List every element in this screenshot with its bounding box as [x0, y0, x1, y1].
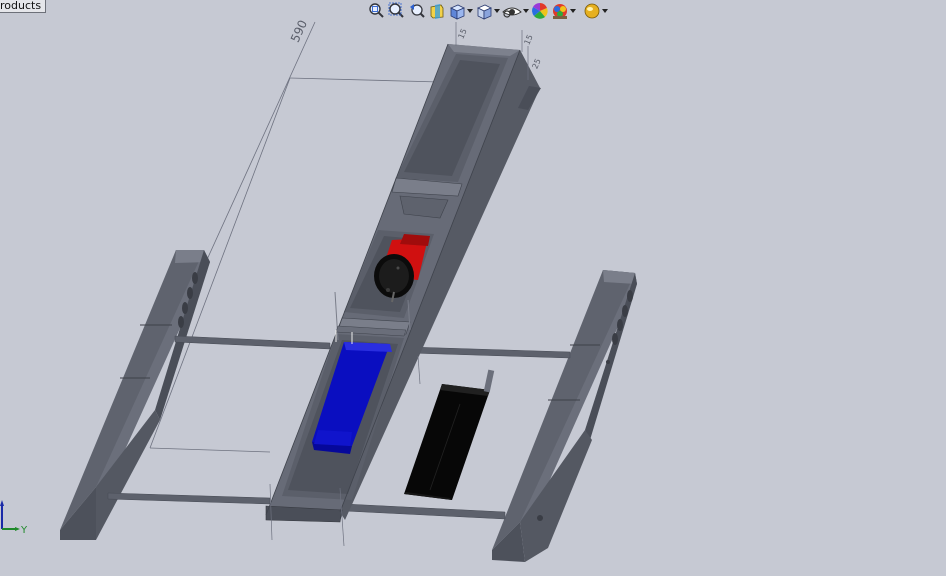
- display-style-button[interactable]: [475, 1, 500, 21]
- view-orientation-button[interactable]: [448, 1, 473, 21]
- view-settings-dropdown-icon[interactable]: [601, 9, 608, 13]
- previous-view-icon: [410, 4, 425, 18]
- zoom-to-area-icon: [388, 2, 404, 18]
- previous-view-button[interactable]: [408, 1, 426, 21]
- apply-scene-button[interactable]: [551, 1, 576, 21]
- display-style-icon: [477, 4, 492, 20]
- dimension-top-small-right2-text: 25: [530, 57, 542, 70]
- graphics-area[interactable]: 590 15 15 25 roducts Y: [0, 0, 946, 576]
- right-pontoon[interactable]: [492, 270, 637, 562]
- section-view-button[interactable]: [428, 1, 446, 21]
- apply-scene-dropdown-icon[interactable]: [569, 9, 576, 13]
- feature-manager-tab-label: roducts: [0, 0, 42, 12]
- dimension-top-small-left-text: 15: [456, 27, 468, 40]
- speed-controller[interactable]: [404, 369, 495, 500]
- heads-up-view-toolbar: [368, 1, 608, 21]
- apply-scene-icon: [553, 4, 567, 19]
- view-orientation-dropdown-icon[interactable]: [466, 9, 473, 13]
- dimension-top-small-right-text: 15: [522, 33, 534, 46]
- triad-y-label: Y: [20, 525, 28, 536]
- view-settings-icon: [584, 3, 600, 19]
- hide-show-items-icon: [502, 7, 522, 18]
- edit-appearance-icon: [532, 2, 548, 19]
- reference-triad: Y: [0, 500, 28, 536]
- view-orientation-icon: [450, 4, 465, 20]
- section-view-icon: [430, 4, 444, 19]
- view-settings-button[interactable]: [583, 1, 608, 21]
- cad-model-viewport[interactable]: 590 15 15 25: [0, 0, 946, 576]
- display-style-dropdown-icon[interactable]: [493, 9, 500, 13]
- edit-appearance-button[interactable]: [531, 1, 549, 21]
- zoom-to-fit-icon: [369, 3, 384, 18]
- zoom-to-area-button[interactable]: [388, 1, 406, 21]
- hide-show-items-dropdown-icon[interactable]: [522, 9, 529, 13]
- zoom-to-fit-button[interactable]: [368, 1, 386, 21]
- feature-manager-tab[interactable]: roducts: [0, 0, 47, 13]
- hide-show-items-button[interactable]: [502, 1, 529, 21]
